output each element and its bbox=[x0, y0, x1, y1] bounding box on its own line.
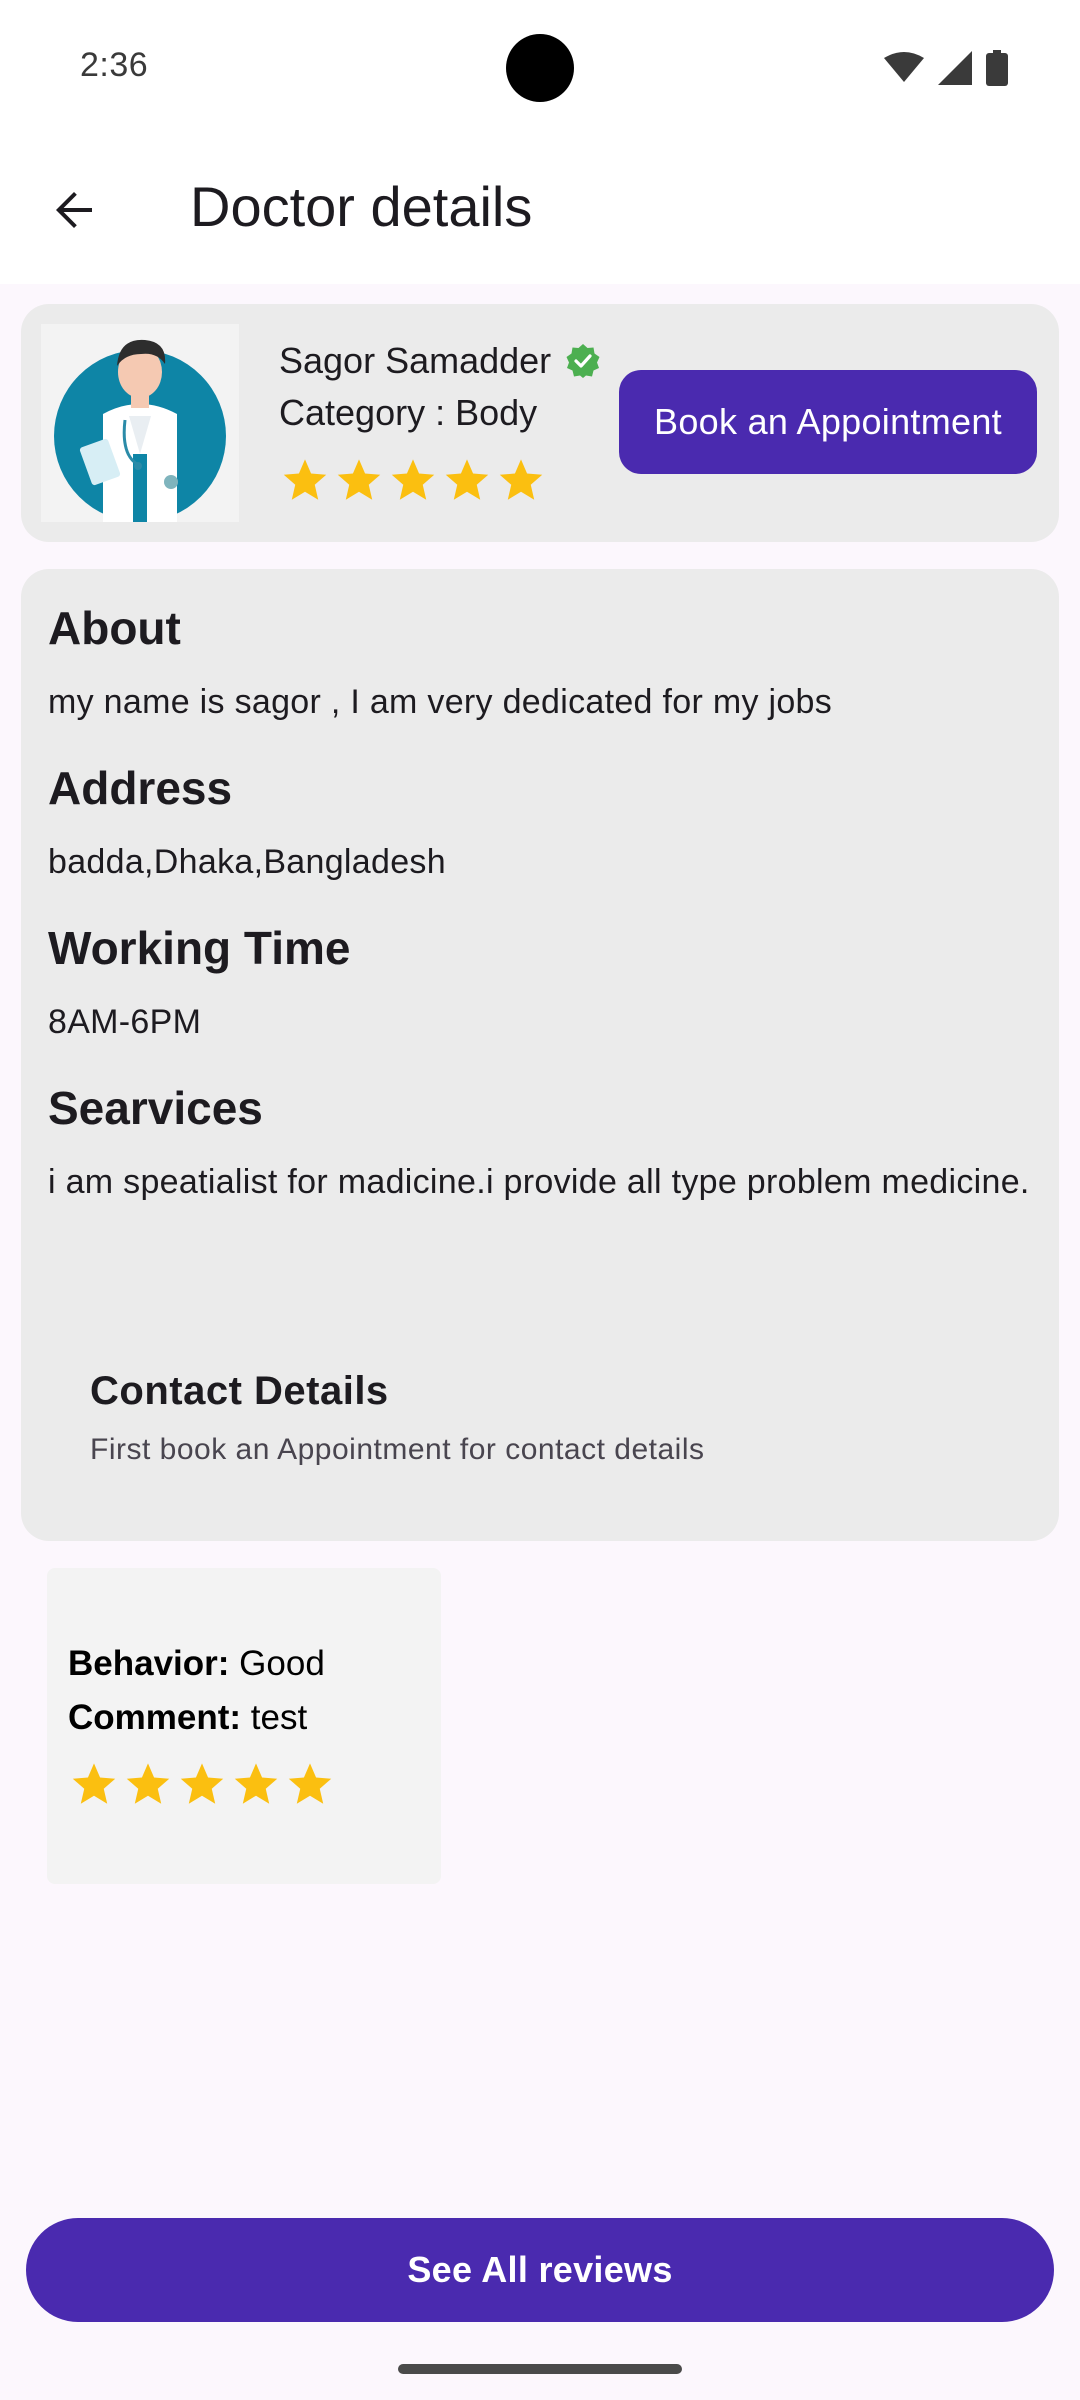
comment-label: Comment: bbox=[68, 1698, 242, 1737]
about-text: my name is sagor , I am very dedicated f… bbox=[48, 683, 833, 721]
doctor-avatar bbox=[41, 324, 239, 522]
doctor-name-row: Sagor Samadder bbox=[279, 340, 601, 382]
back-button[interactable] bbox=[36, 172, 112, 248]
comment-value: test bbox=[250, 1698, 308, 1737]
book-appointment-button[interactable]: Book an Appointment bbox=[619, 370, 1037, 474]
star-icon bbox=[391, 459, 435, 500]
verified-badge-icon bbox=[566, 344, 600, 378]
review-card: Behavior: Good Comment: test bbox=[47, 1568, 441, 1884]
battery-icon bbox=[986, 50, 1008, 86]
app-bar: Doctor details bbox=[0, 134, 1080, 284]
star-icon bbox=[234, 1763, 278, 1804]
star-icon bbox=[337, 459, 381, 500]
star-icon bbox=[126, 1763, 170, 1804]
star-icon bbox=[499, 459, 543, 500]
about-title: About bbox=[48, 602, 181, 654]
contact-details-subtitle: First book an Appointment for contact de… bbox=[90, 1433, 705, 1466]
working-time-text: 8AM-6PM bbox=[48, 1003, 202, 1041]
doctor-illustration bbox=[54, 339, 226, 522]
behavior-label: Behavior: bbox=[68, 1644, 230, 1683]
doctor-card: Sagor Samadder Category : Body Book an A… bbox=[21, 304, 1059, 542]
doctor-category: Category : Body bbox=[279, 392, 538, 433]
camera-cutout bbox=[506, 34, 574, 102]
home-indicator[interactable] bbox=[398, 2364, 682, 2374]
working-time-title: Working Time bbox=[48, 922, 351, 974]
address-text: badda,Dhaka,Bangladesh bbox=[48, 843, 446, 881]
status-icons bbox=[884, 50, 1008, 86]
page-title: Doctor details bbox=[190, 175, 533, 238]
star-icon bbox=[72, 1763, 116, 1804]
review-comment: Comment: test bbox=[68, 1698, 307, 1738]
behavior-value: Good bbox=[239, 1644, 325, 1683]
services-text: i am speatialist for madicine.i provide … bbox=[48, 1163, 1030, 1201]
doctor-rating bbox=[279, 454, 547, 506]
signal-icon bbox=[938, 51, 972, 85]
star-icon bbox=[283, 459, 327, 500]
doctor-info-card: About my name is sagor , I am very dedic… bbox=[21, 569, 1059, 1541]
arrow-back-icon bbox=[56, 192, 92, 228]
review-rating bbox=[68, 1758, 336, 1810]
star-icon bbox=[180, 1763, 224, 1804]
star-icon bbox=[445, 459, 489, 500]
status-bar: 2:36 bbox=[0, 0, 1080, 134]
wifi-icon bbox=[884, 52, 924, 82]
contact-details-title: Contact Details bbox=[90, 1369, 389, 1413]
review-behavior: Behavior: Good bbox=[68, 1644, 325, 1684]
star-icon bbox=[288, 1763, 332, 1804]
status-time: 2:36 bbox=[80, 46, 149, 84]
see-all-reviews-button[interactable]: See All reviews bbox=[26, 2218, 1054, 2322]
address-title: Address bbox=[48, 762, 233, 814]
doctor-name: Sagor Samadder bbox=[279, 340, 552, 381]
services-title: Searvices bbox=[48, 1082, 263, 1134]
